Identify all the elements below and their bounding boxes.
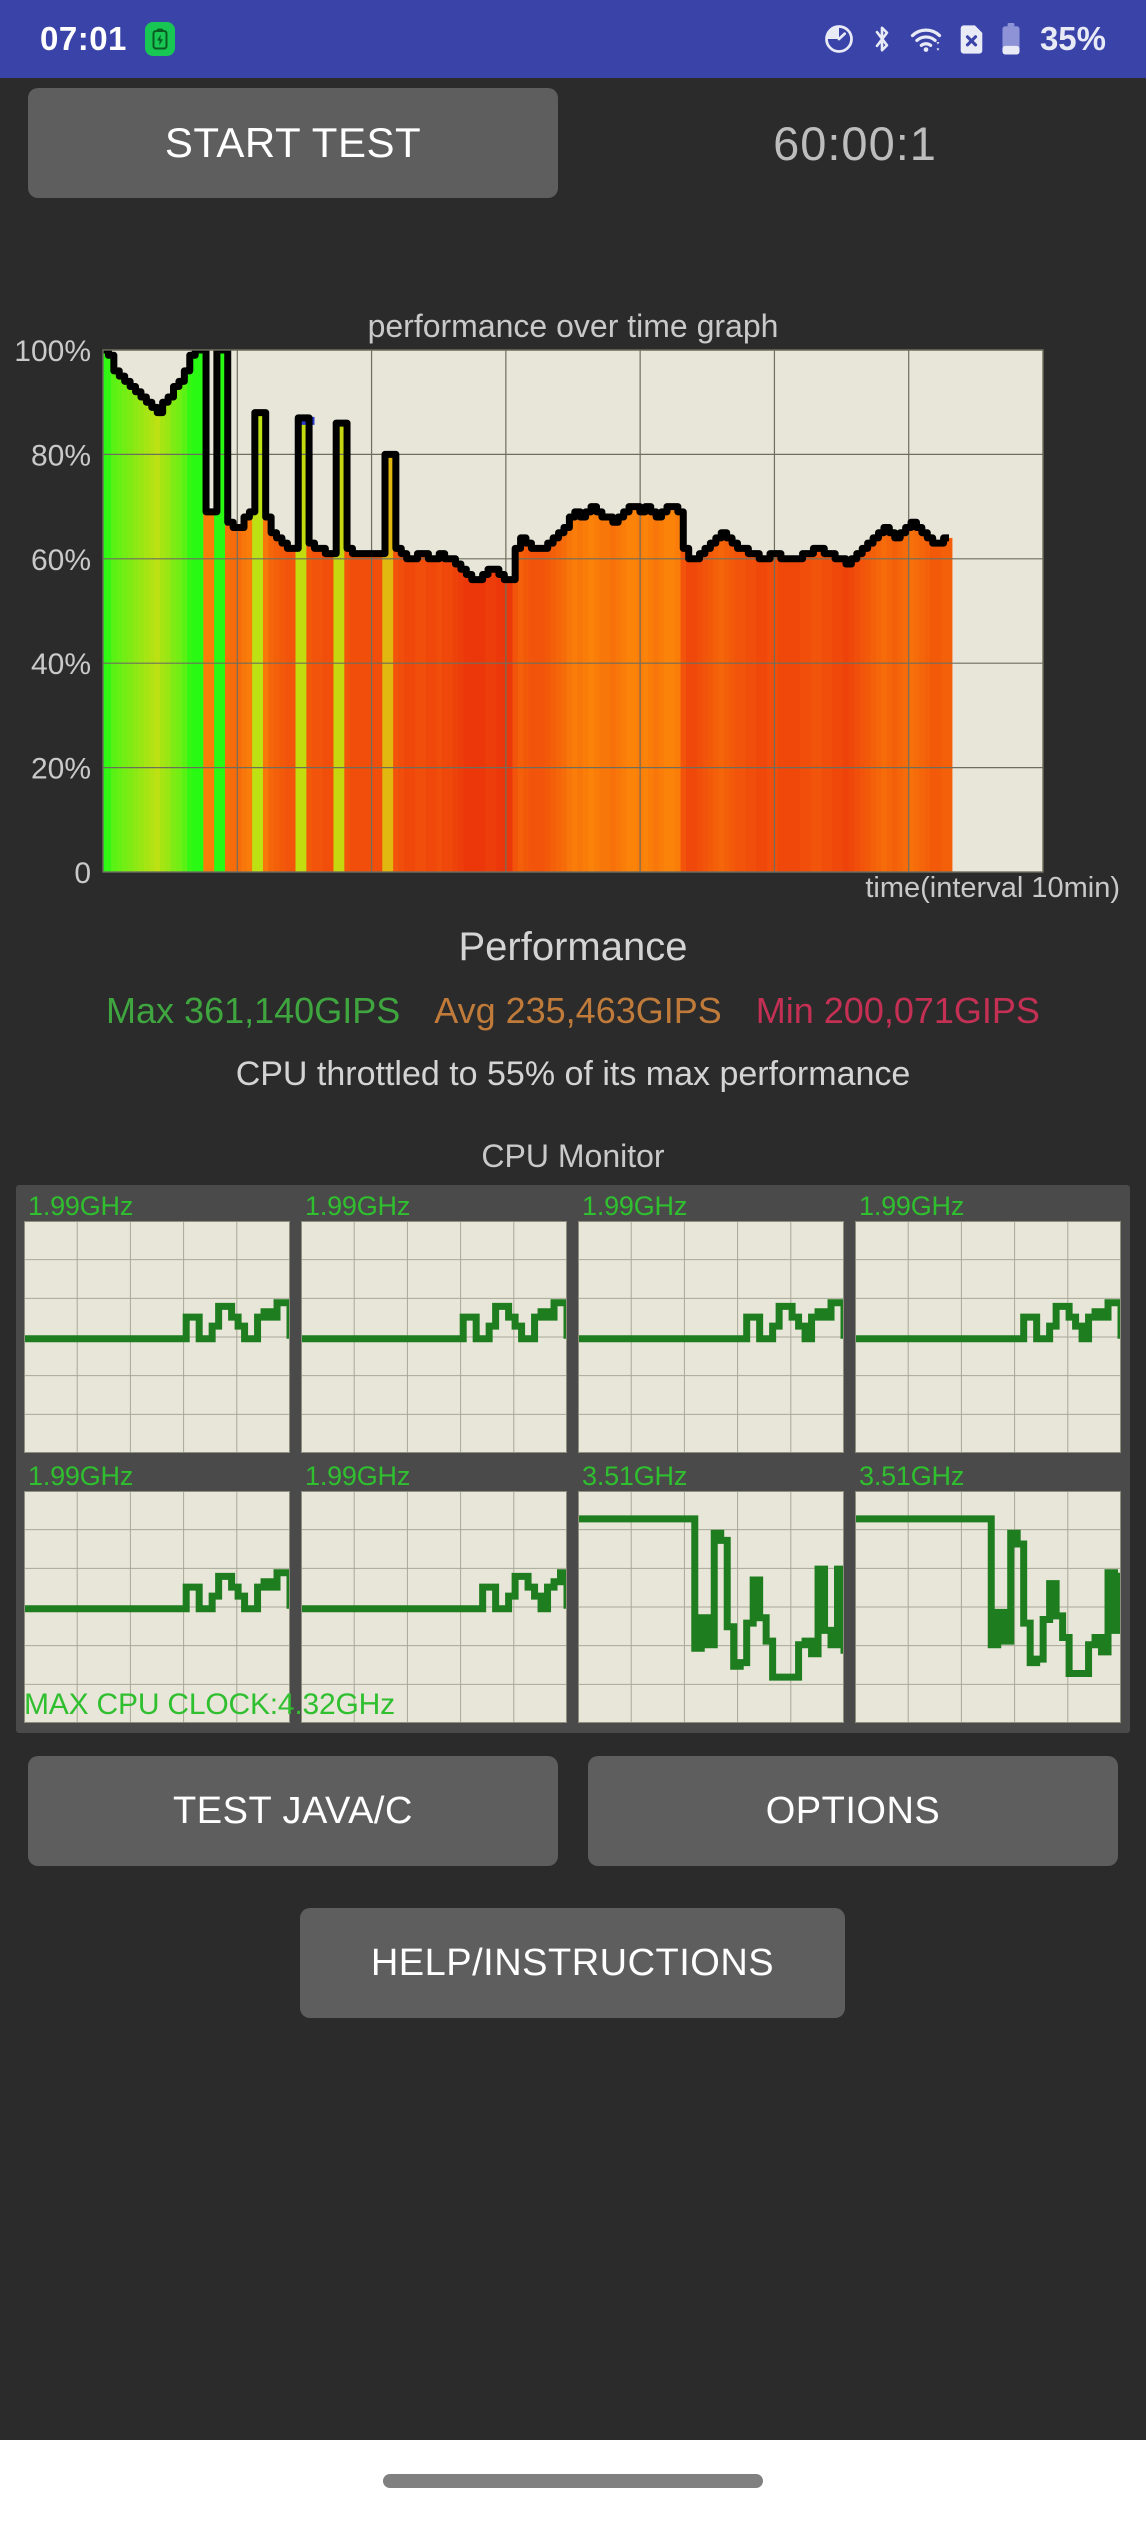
chart-ytick-label: 0 [74, 857, 91, 885]
test-java-c-button[interactable]: TEST JAVA/C [28, 1756, 558, 1866]
chart-ytick-label: 60% [31, 544, 91, 577]
cpu-core-2: 1.99GHz [578, 1191, 845, 1453]
battery-percent-label: 35% [1039, 20, 1106, 57]
speedometer-icon [824, 24, 854, 54]
performance-chart: 100% 80% 60% 40% 20% 0 [0, 340, 1146, 885]
cpu-core-mini-chart [24, 1221, 290, 1453]
cpu-core-1: 1.99GHz [301, 1191, 568, 1453]
cpu-core-frequency-label: 1.99GHz [859, 1191, 965, 1221]
battery-icon [1001, 23, 1021, 55]
cpu-core-frequency-label: 3.51GHz [859, 1461, 965, 1491]
system-navigation-bar [0, 2440, 1146, 2521]
status-bar: 07:01 35% [0, 0, 1146, 78]
options-button[interactable]: OPTIONS [588, 1756, 1118, 1866]
throttle-summary-text: CPU throttled to 55% of its max performa… [235, 1055, 911, 1093]
cpu-core-frequency-label: 1.99GHz [305, 1461, 411, 1491]
chart-ytick-label: 40% [31, 648, 91, 681]
max-cpu-clock-label: MAX CPU CLOCK:4.32GHz [24, 1688, 395, 1721]
cpu-core-frequency-label: 3.51GHz [582, 1461, 688, 1491]
cpu-monitor-title: CPU Monitor [481, 1138, 665, 1174]
cpu-core-7: 3.51GHz [855, 1461, 1122, 1723]
cpu-core-mini-chart [578, 1221, 844, 1453]
cpu-core-0: 1.99GHz [24, 1191, 291, 1453]
cpu-core-5: 1.99GHz [301, 1461, 568, 1723]
sim-card-off-icon [959, 24, 984, 55]
status-bar-icon-group: 35% [824, 20, 1106, 58]
performance-section-title: Performance [458, 925, 688, 969]
chart-ytick-label: 80% [31, 439, 91, 472]
chart-ytick-label: 20% [31, 753, 91, 786]
performance-max-value: Max 361,140GIPS [106, 990, 401, 1031]
cpu-core-mini-chart [578, 1491, 844, 1723]
cpu-core-4: 1.99GHz [24, 1461, 291, 1723]
performance-avg-value: Avg 235,463GIPS [434, 990, 722, 1031]
chart-ytick-label: 100% [14, 340, 91, 368]
bluetooth-icon [871, 24, 893, 54]
cpu-core-mini-chart [855, 1221, 1121, 1453]
test-timer: 60:00:1 [773, 116, 937, 170]
app-screen: 07:01 35% START TEST 60:00:1 performance… [0, 0, 1146, 2521]
cpu-core-mini-chart [855, 1491, 1121, 1723]
performance-min-value: Min 200,071GIPS [755, 990, 1040, 1031]
home-gesture-pill[interactable] [383, 2473, 763, 2488]
wifi-icon [910, 24, 942, 54]
battery-saver-chip-icon [144, 22, 175, 56]
performance-stats-row: Max 361,140GIPS Avg 235,463GIPS Min 200,… [0, 990, 1146, 1032]
cpu-core-grid: 1.99GHz 1.99GHz 1.99GHz 1.99GHz 1.99GHz 1.99G… [24, 1191, 1122, 1723]
cpu-core-frequency-label: 1.99GHz [28, 1191, 134, 1221]
cpu-core-frequency-label: 1.99GHz [582, 1191, 688, 1221]
start-test-button[interactable]: START TEST [28, 88, 558, 198]
cpu-core-6: 3.51GHz [578, 1461, 845, 1723]
cpu-monitor-panel: 1.99GHz 1.99GHz 1.99GHz 1.99GHz 1.99GHz 1.99G… [16, 1185, 1130, 1733]
cpu-core-frequency-label: 1.99GHz [305, 1191, 411, 1221]
help-instructions-button[interactable]: HELP/INSTRUCTIONS [300, 1908, 845, 2018]
cpu-core-3: 1.99GHz [855, 1191, 1122, 1453]
cpu-core-frequency-label: 1.99GHz [28, 1461, 134, 1491]
status-bar-clock: 07:01 [40, 20, 127, 57]
cpu-core-mini-chart [301, 1221, 567, 1453]
chart-xaxis-label: time(interval 10min) [865, 872, 1120, 904]
